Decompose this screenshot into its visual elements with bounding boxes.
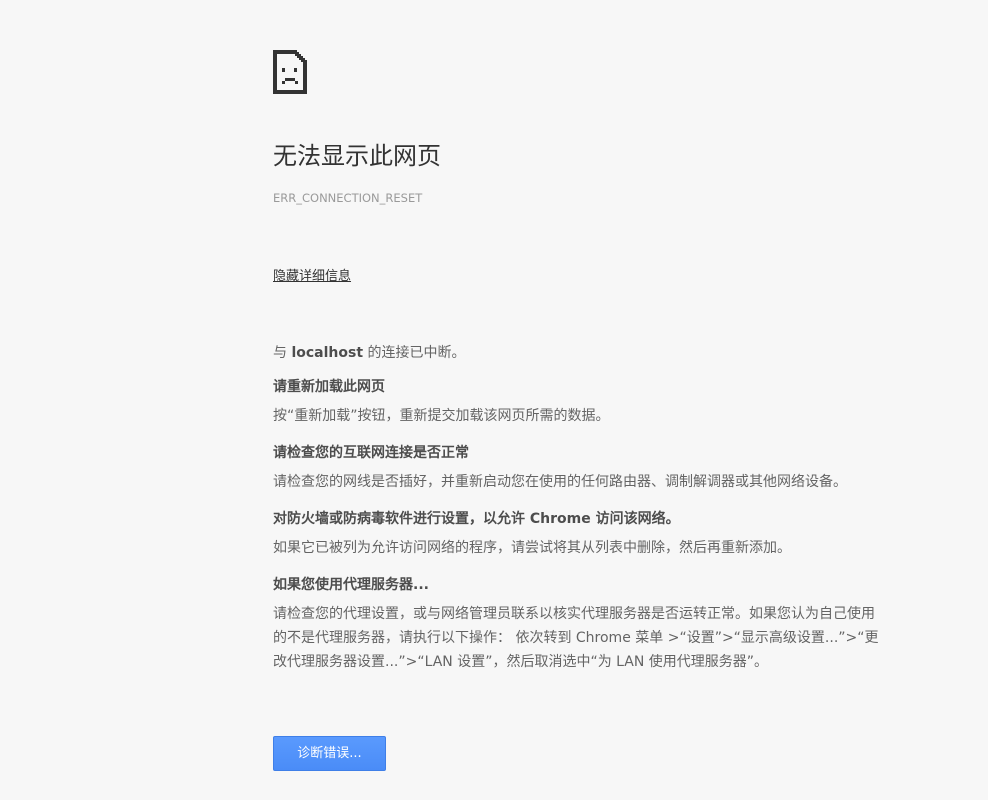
suggestion-proxy: 如果您使用代理服务器... 请检查您的代理设置，或与网络管理员联系以核实代理服务… — [273, 574, 883, 674]
suggestion-body: 如果它已被列为允许访问网络的程序，请尝试将其从列表中删除，然后再重新添加。 — [273, 540, 791, 556]
suggestion-title: 请重新加载此网页 — [273, 379, 385, 395]
page-title: 无法显示此网页 — [273, 142, 441, 170]
suggestion-check-connection: 请检查您的互联网连接是否正常 请检查您的网线是否插好，并重新启动您在使用的任何路… — [273, 442, 883, 494]
suggestion-title: 如果您使用代理服务器... — [273, 577, 429, 593]
suggestion-body: 按“重新加载”按钮，重新提交加载该网页所需的数据。 — [273, 408, 610, 424]
error-code: ERR_CONNECTION_RESET — [273, 191, 423, 205]
summary-prefix: 与 — [273, 345, 292, 361]
connection-summary: 与 localhost 的连接已中断。 — [273, 342, 883, 364]
suggestion-title: 请检查您的互联网连接是否正常 — [273, 445, 469, 461]
suggestion-reload: 请重新加载此网页 按“重新加载”按钮，重新提交加载该网页所需的数据。 — [273, 376, 883, 428]
summary-suffix: 的连接已中断。 — [363, 345, 466, 361]
sad-document-icon — [273, 50, 307, 94]
summary-host: localhost — [291, 345, 364, 361]
error-details: 与 localhost 的连接已中断。 请重新加载此网页 按“重新加载”按钮，重… — [273, 342, 883, 688]
suggestion-body: 请检查您的网线是否插好，并重新启动您在使用的任何路由器、调制解调器或其他网络设备… — [273, 474, 847, 490]
diagnose-errors-button[interactable]: 诊断错误... — [273, 736, 386, 771]
hide-details-link[interactable]: 隐藏详细信息 — [273, 268, 351, 286]
suggestion-title: 对防火墙或防病毒软件进行设置，以允许 Chrome 访问该网络。 — [273, 511, 680, 527]
suggestion-firewall: 对防火墙或防病毒软件进行设置，以允许 Chrome 访问该网络。 如果它已被列为… — [273, 508, 883, 560]
suggestion-body: 请检查您的代理设置，或与网络管理员联系以核实代理服务器是否运转正常。如果您认为自… — [273, 606, 879, 670]
